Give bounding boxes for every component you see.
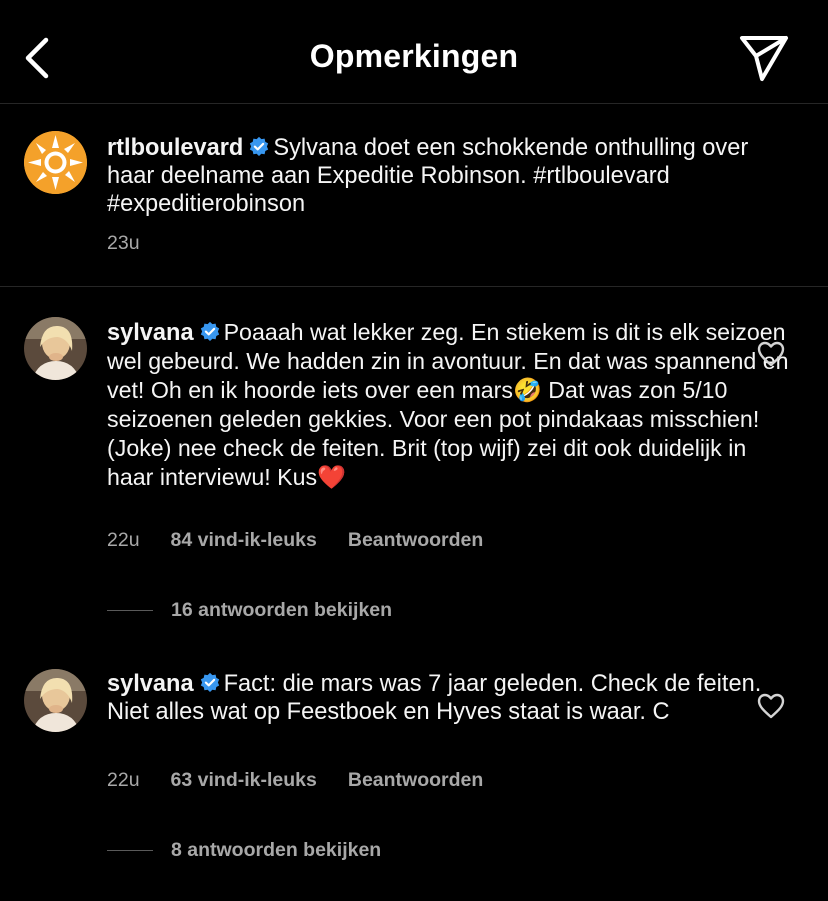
reply-button[interactable]: Beantwoorden <box>348 769 483 791</box>
avatar[interactable] <box>24 131 87 194</box>
top-bar: Opmerkingen <box>0 0 828 104</box>
replies-divider <box>107 850 153 852</box>
comment-text: Poaaah wat lekker zeg. En stiekem is dit… <box>107 319 789 490</box>
avatar[interactable] <box>24 669 87 732</box>
caption-meta: 23u <box>107 232 171 255</box>
username[interactable]: sylvana <box>107 671 194 697</box>
comment-meta: 22u 63 vind-ik-leuks Beantwoorden <box>107 769 514 792</box>
view-replies-button[interactable]: 8 antwoorden bekijken <box>107 839 381 862</box>
comment-item: sylvana Fact: die mars was 7 jaar geleden… <box>0 640 828 890</box>
timestamp: 22u <box>107 769 140 791</box>
username[interactable]: sylvana <box>107 320 194 346</box>
profile-photo-icon <box>24 669 87 732</box>
reply-button[interactable]: Beantwoorden <box>348 529 483 551</box>
timestamp: 23u <box>107 232 140 254</box>
view-replies-label: 16 antwoorden bekijken <box>171 599 393 621</box>
view-replies-button[interactable]: 16 antwoorden bekijken <box>107 599 392 622</box>
profile-photo-icon <box>24 317 87 380</box>
paper-plane-icon <box>740 36 788 81</box>
post-caption: rtlboulevard Sylvana doet een schokkende … <box>0 104 828 287</box>
comment-text-block: sylvana Poaaah wat lekker zeg. En stiekem… <box>107 318 797 492</box>
heart-outline-icon <box>757 341 785 367</box>
view-replies-label: 8 antwoorden bekijken <box>171 839 382 861</box>
replies-divider <box>107 610 153 612</box>
verified-badge-icon <box>200 672 219 692</box>
timestamp: 22u <box>107 529 140 551</box>
like-count[interactable]: 63 vind-ik-leuks <box>171 769 317 791</box>
rtl-boulevard-logo-icon <box>24 131 87 194</box>
comment-meta: 22u 84 vind-ik-leuks Beantwoorden <box>107 529 514 552</box>
comment-text-block: sylvana Fact: die mars was 7 jaar geleden… <box>107 670 797 726</box>
share-button[interactable] <box>738 34 790 82</box>
verified-badge-icon <box>200 321 219 341</box>
caption-text-block: rtlboulevard Sylvana doet een schokkende … <box>107 134 797 218</box>
like-button[interactable] <box>757 341 785 367</box>
page-title: Opmerkingen <box>309 38 519 74</box>
comment-item: sylvana Poaaah wat lekker zeg. En stiekem… <box>0 288 828 638</box>
verified-badge-icon <box>250 136 269 156</box>
username[interactable]: rtlboulevard <box>107 135 243 161</box>
heart-outline-icon <box>757 693 785 719</box>
like-button[interactable] <box>757 693 785 719</box>
avatar[interactable] <box>24 317 87 380</box>
like-count[interactable]: 84 vind-ik-leuks <box>171 529 317 551</box>
